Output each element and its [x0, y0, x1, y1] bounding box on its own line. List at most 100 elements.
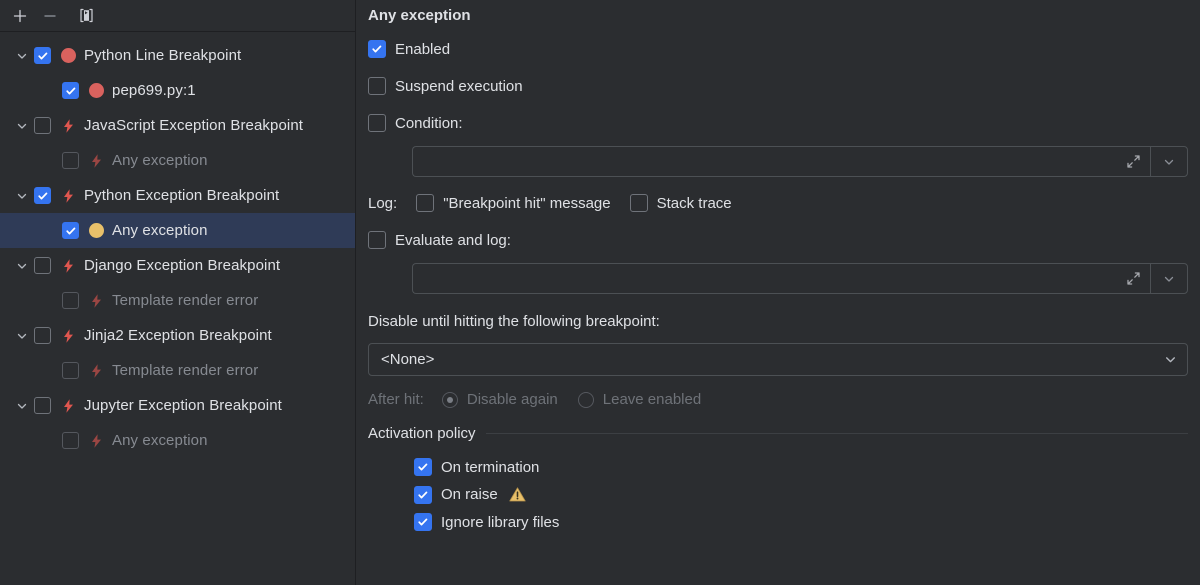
- tree-row[interactable]: Jupyter Exception Breakpoint: [0, 388, 355, 423]
- tree-row-label: Jupyter Exception Breakpoint: [84, 397, 282, 414]
- breakpoint-dot-red-icon: [58, 48, 78, 63]
- on-raise-checkbox[interactable]: [414, 485, 432, 504]
- tree-row-checkbox[interactable]: [34, 397, 51, 414]
- ignore-library-files-row[interactable]: Ignore library files: [414, 513, 1200, 531]
- tree-row[interactable]: JavaScript Exception Breakpoint: [0, 108, 355, 143]
- suspend-execution-row[interactable]: Suspend execution: [368, 77, 1200, 95]
- evaluate-and-log-checkbox[interactable]: [368, 231, 386, 249]
- remove-breakpoint-button[interactable]: [36, 3, 64, 29]
- disable-until-select[interactable]: <None>: [368, 343, 1188, 376]
- tree-row-selected[interactable]: Any exception: [0, 213, 355, 248]
- tree-row-checkbox[interactable]: [34, 117, 51, 134]
- stack-trace-checkbox[interactable]: [629, 194, 648, 212]
- activation-policy-header: Activation policy: [368, 425, 1200, 442]
- exception-bolt-icon: [86, 363, 106, 379]
- tree-row[interactable]: Jinja2 Exception Breakpoint: [0, 318, 355, 353]
- tree-row[interactable]: Python Exception Breakpoint: [0, 178, 355, 213]
- on-raise-label: On raise: [441, 486, 498, 503]
- view-breakpoints-button[interactable]: [72, 3, 100, 29]
- expand-chevron-icon[interactable]: [10, 260, 34, 272]
- on-termination-row[interactable]: On termination: [414, 458, 1200, 476]
- tree-row-label: Template render error: [112, 292, 259, 309]
- exception-bolt-icon: [58, 188, 78, 204]
- tree-row[interactable]: Python Line Breakpoint: [0, 38, 355, 73]
- disable-again-label: Disable again: [466, 391, 558, 408]
- tree-row-checkbox[interactable]: [34, 257, 51, 274]
- evaluate-and-log-history-dropdown[interactable]: [1150, 263, 1188, 294]
- leave-enabled-radio[interactable]: [577, 391, 594, 408]
- condition-checkbox[interactable]: [368, 114, 386, 132]
- expand-editor-icon[interactable]: [1125, 270, 1142, 287]
- suspend-execution-checkbox[interactable]: [368, 77, 386, 95]
- enabled-checkbox[interactable]: [368, 40, 386, 58]
- condition-input[interactable]: [412, 146, 1150, 177]
- expand-chevron-icon[interactable]: [10, 190, 34, 202]
- chevron-down-icon: [1166, 357, 1175, 363]
- tree-row-checkbox[interactable]: [62, 432, 79, 449]
- disable-until-label-row: Disable until hitting the following brea…: [368, 313, 1200, 331]
- plus-icon: [13, 9, 27, 22]
- suspend-execution-label: Suspend execution: [395, 77, 523, 95]
- tree-row-label: Any exception: [112, 152, 208, 169]
- evaluate-and-log-label: Evaluate and log:: [395, 231, 511, 249]
- expand-chevron-icon[interactable]: [10, 50, 34, 62]
- tree-row[interactable]: Django Exception Breakpoint: [0, 248, 355, 283]
- exception-bolt-icon: [58, 398, 78, 414]
- evaluate-and-log-input[interactable]: [412, 263, 1150, 294]
- after-hit-row: After hit: Disable again Leave enabled: [368, 391, 1200, 408]
- breakpoints-tree[interactable]: Python Line Breakpoint pep699.py:1 JavaS…: [0, 32, 355, 585]
- enabled-row[interactable]: Enabled: [368, 40, 1200, 58]
- ignore-library-files-checkbox[interactable]: [414, 513, 432, 531]
- tree-row-checkbox[interactable]: [62, 82, 79, 99]
- evaluate-and-log-field-group[interactable]: [412, 263, 1188, 294]
- exception-bolt-icon: [58, 328, 78, 344]
- breakpoint-hit-message-checkbox[interactable]: [416, 194, 435, 212]
- tree-row-label: Any exception: [112, 222, 208, 239]
- tree-row[interactable]: Template render error: [0, 353, 355, 388]
- condition-label: Condition:: [395, 114, 463, 132]
- expand-editor-icon[interactable]: [1125, 153, 1142, 170]
- tree-row-checkbox[interactable]: [34, 187, 51, 204]
- disable-until-label: Disable until hitting the following brea…: [368, 313, 660, 330]
- tree-row-label: Django Exception Breakpoint: [84, 257, 281, 274]
- leave-enabled-label: Leave enabled: [602, 391, 702, 408]
- tree-row-checkbox[interactable]: [62, 152, 79, 169]
- condition-row[interactable]: Condition:: [368, 114, 1200, 132]
- breakpoints-list-panel: Python Line Breakpoint pep699.py:1 JavaS…: [0, 0, 356, 585]
- tree-row-label: Template render error: [112, 362, 259, 379]
- expand-chevron-icon[interactable]: [10, 330, 34, 342]
- tree-row-checkbox[interactable]: [62, 222, 79, 239]
- on-termination-checkbox[interactable]: [414, 458, 432, 476]
- enabled-label: Enabled: [395, 40, 451, 58]
- warning-triangle-icon: [508, 485, 527, 504]
- tree-row-checkbox[interactable]: [34, 47, 51, 64]
- tree-row-label: Jinja2 Exception Breakpoint: [84, 327, 272, 344]
- on-raise-row[interactable]: On raise: [414, 485, 1200, 504]
- add-breakpoint-button[interactable]: [6, 3, 34, 29]
- tree-row[interactable]: Any exception: [0, 423, 355, 458]
- tree-row-checkbox[interactable]: [62, 292, 79, 309]
- expand-chevron-icon[interactable]: [10, 400, 34, 412]
- log-row: Log: "Breakpoint hit" message Stack trac…: [368, 194, 1200, 212]
- ignore-library-files-label: Ignore library files: [441, 513, 560, 531]
- after-hit-label: After hit:: [368, 391, 424, 408]
- breakpoint-dot-yellow-icon: [86, 223, 106, 238]
- expand-chevron-icon[interactable]: [10, 120, 34, 132]
- tree-row-label: JavaScript Exception Breakpoint: [84, 117, 304, 134]
- activation-policy-title: Activation policy: [368, 425, 476, 442]
- tree-row-label: Python Exception Breakpoint: [84, 187, 280, 204]
- condition-field-group[interactable]: [412, 146, 1188, 177]
- evaluate-and-log-row[interactable]: Evaluate and log:: [368, 231, 1200, 249]
- minus-icon: [44, 14, 56, 17]
- tree-row[interactable]: Template render error: [0, 283, 355, 318]
- tree-row-checkbox[interactable]: [62, 362, 79, 379]
- tree-row[interactable]: Any exception: [0, 143, 355, 178]
- tree-row[interactable]: pep699.py:1: [0, 73, 355, 108]
- breakpoints-toolbar: [0, 0, 355, 32]
- condition-history-dropdown[interactable]: [1150, 146, 1188, 177]
- disable-again-radio[interactable]: [441, 391, 458, 408]
- tree-row-label: pep699.py:1: [112, 82, 196, 99]
- tree-row-checkbox[interactable]: [34, 327, 51, 344]
- exception-bolt-icon: [86, 433, 106, 449]
- exception-bolt-icon: [86, 153, 106, 169]
